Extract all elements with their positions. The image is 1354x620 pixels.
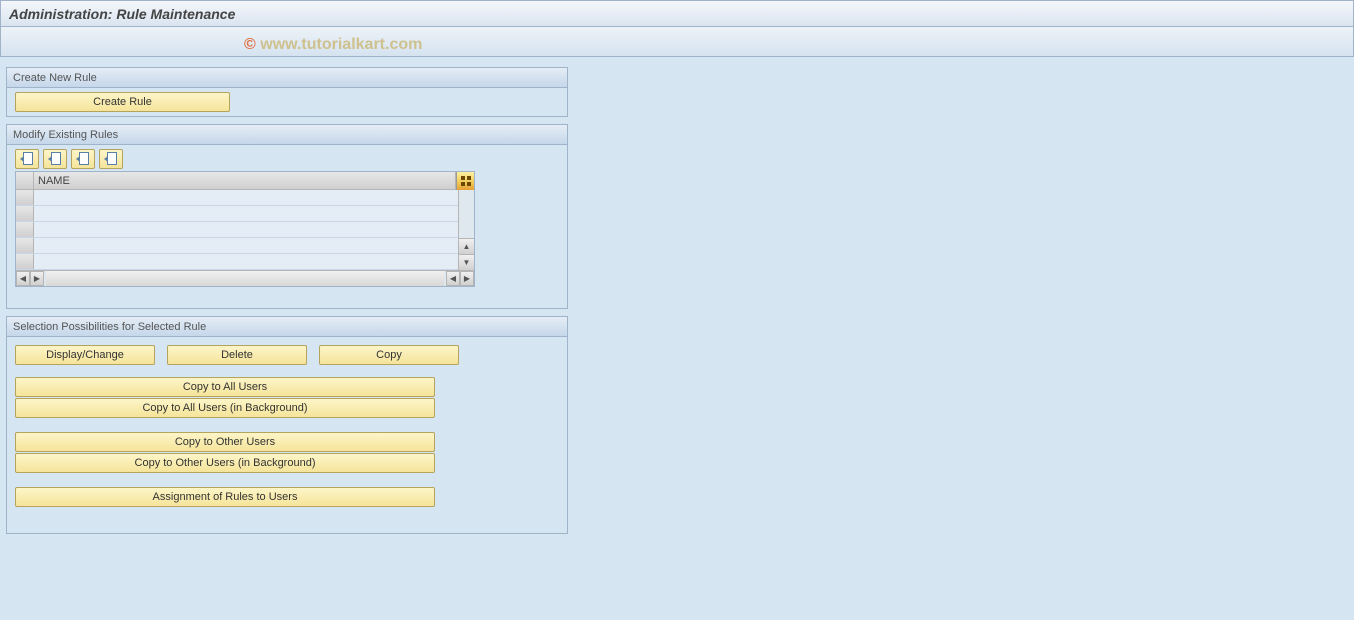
scrollbar-track[interactable] [46, 271, 444, 286]
scroll-up-icon[interactable]: ▲ [459, 238, 474, 254]
grid-toolbar [15, 149, 559, 169]
delete-button[interactable]: Delete [167, 345, 307, 365]
table-row[interactable] [16, 206, 458, 222]
copy-button[interactable]: Copy [319, 345, 459, 365]
table-row[interactable] [16, 238, 458, 254]
copy-to-all-users-bg-button[interactable]: Copy to All Users (in Background) [15, 398, 435, 418]
panel-header-modify: Modify Existing Rules [7, 125, 567, 145]
title-bar: Administration: Rule Maintenance [0, 0, 1354, 27]
document-arrow-icon [105, 152, 117, 166]
application-toolbar [0, 27, 1354, 57]
create-rule-button[interactable]: Create Rule [15, 92, 230, 112]
copy-to-other-users-bg-button[interactable]: Copy to Other Users (in Background) [15, 453, 435, 473]
document-arrow-icon [77, 152, 89, 166]
table-row[interactable] [16, 254, 458, 270]
grid-settings-icon[interactable] [456, 172, 474, 190]
page-title: Administration: Rule Maintenance [9, 6, 235, 22]
grid-corner [16, 172, 34, 189]
table-row[interactable] [16, 190, 458, 206]
copy-to-other-users-button[interactable]: Copy to Other Users [15, 432, 435, 452]
rules-grid: NAME ▲ ▼ [15, 171, 475, 287]
panel-selection-possibilities: Selection Possibilities for Selected Rul… [6, 316, 568, 534]
panel-create-new-rule: Create New Rule Create Rule [6, 67, 568, 117]
grid-tool-icon-3[interactable] [71, 149, 95, 169]
scroll-right-icon[interactable]: ▶ [460, 271, 474, 286]
display-change-button[interactable]: Display/Change [15, 345, 155, 365]
grid-tool-icon-2[interactable] [43, 149, 67, 169]
panel-header-create: Create New Rule [7, 68, 567, 88]
copy-to-all-users-button[interactable]: Copy to All Users [15, 377, 435, 397]
grid-tool-icon-1[interactable] [15, 149, 39, 169]
grid-horizontal-scrollbar[interactable]: ◀ ▶ ◀ ▶ [16, 270, 474, 286]
panel-modify-existing-rules: Modify Existing Rules NAME [6, 124, 568, 309]
scroll-right-icon[interactable]: ▶ [30, 271, 44, 286]
grid-vertical-scrollbar[interactable]: ▲ ▼ [458, 190, 474, 270]
assignment-of-rules-button[interactable]: Assignment of Rules to Users [15, 487, 435, 507]
scroll-left-icon[interactable]: ◀ [446, 271, 460, 286]
scroll-down-icon[interactable]: ▼ [459, 254, 474, 270]
grid-tool-icon-4[interactable] [99, 149, 123, 169]
document-arrow-icon [49, 152, 61, 166]
document-arrow-icon [21, 152, 33, 166]
grid-header-row: NAME [16, 172, 474, 190]
scroll-left-icon[interactable]: ◀ [16, 271, 30, 286]
content-area: Create New Rule Create Rule Modify Exist… [0, 57, 1354, 551]
grid-column-name[interactable]: NAME [34, 172, 456, 189]
grid-rows [16, 190, 458, 270]
table-row[interactable] [16, 222, 458, 238]
panel-header-selection: Selection Possibilities for Selected Rul… [7, 317, 567, 337]
